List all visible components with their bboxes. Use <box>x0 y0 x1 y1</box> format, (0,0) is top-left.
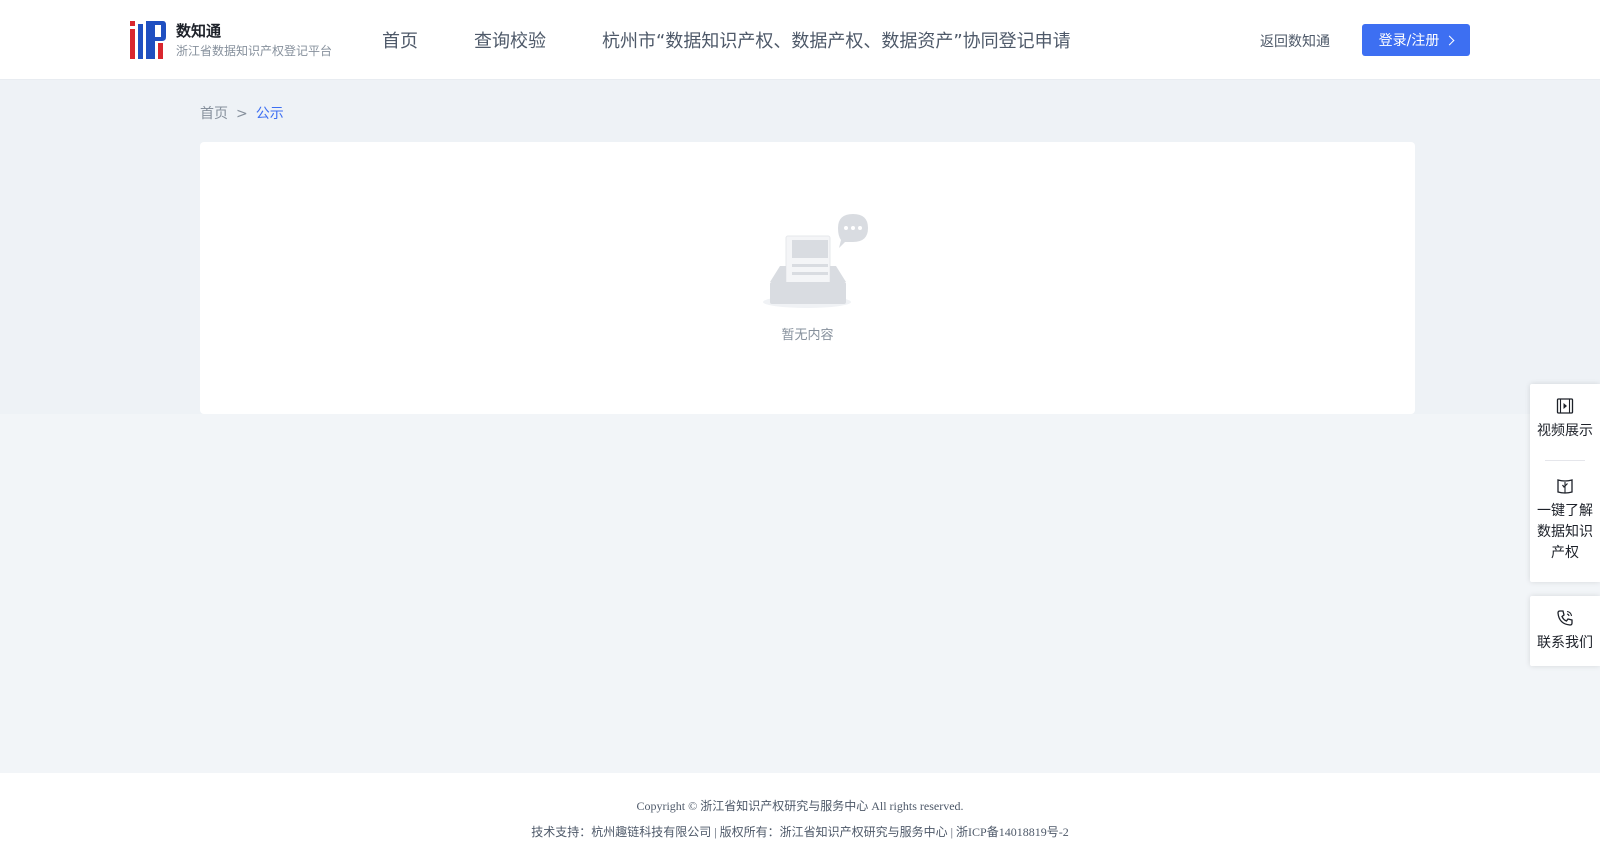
nav-query-verify[interactable]: 查询校验 <box>474 27 546 53</box>
logo-subtitle: 浙江省数据知识产权登记平台 <box>176 44 333 58</box>
side-contact-button[interactable]: 联系我们 <box>1530 608 1600 654</box>
side-contact-panel: 联系我们 <box>1530 596 1600 666</box>
side-learn-button[interactable]: 一键了解数据知识产权 <box>1530 476 1600 564</box>
phone-icon <box>1557 610 1573 626</box>
footer-support-info: 技术支持：杭州趣链科技有限公司 | 版权所有：浙江省知识产权研究与服务中心 | … <box>531 825 1069 839</box>
top-header: 数知通 浙江省数据知识产权登记平台 首页 查询校验 杭州市“数据知识产权、数据产… <box>0 0 1600 80</box>
breadcrumb-current: 公示 <box>255 106 284 122</box>
side-contact-label: 联系我们 <box>1537 635 1593 651</box>
nav-home[interactable]: 首页 <box>382 27 418 53</box>
login-register-label: 登录/注册 <box>1378 33 1440 49</box>
side-divider <box>1545 460 1585 461</box>
breadcrumb-home[interactable]: 首页 <box>200 106 228 122</box>
empty-inbox-icon <box>763 214 868 308</box>
logo-title: 数知通 <box>176 22 222 40</box>
platform-logo-icon[interactable] <box>130 21 166 59</box>
side-video-button[interactable]: 视频展示 <box>1530 396 1600 442</box>
login-register-button[interactable]: 登录/注册 <box>1362 24 1470 56</box>
side-learn-label: 一键了解数据知识产权 <box>1537 503 1593 561</box>
book-icon <box>1557 479 1573 494</box>
side-video-label: 视频展示 <box>1537 423 1593 439</box>
breadcrumb-separator: > <box>236 106 248 122</box>
nav-hangzhou-registration[interactable]: 杭州市“数据知识产权、数据产权、数据资产”协同登记申请 <box>602 27 1071 53</box>
side-float-panel: 视频展示 一键了解数据知识产权 <box>1530 384 1600 582</box>
breadcrumb: 首页 > 公示 <box>200 103 284 123</box>
footer-copyright: Copyright © 浙江省知识产权研究与服务中心 All rights re… <box>636 799 964 813</box>
back-to-shuzhitong-link[interactable]: 返回数知通 <box>1260 31 1330 51</box>
footer <box>0 773 1600 861</box>
video-icon <box>1556 398 1574 414</box>
chevron-right-icon <box>1444 35 1455 45</box>
empty-state-text: 暂无内容 <box>781 328 834 343</box>
